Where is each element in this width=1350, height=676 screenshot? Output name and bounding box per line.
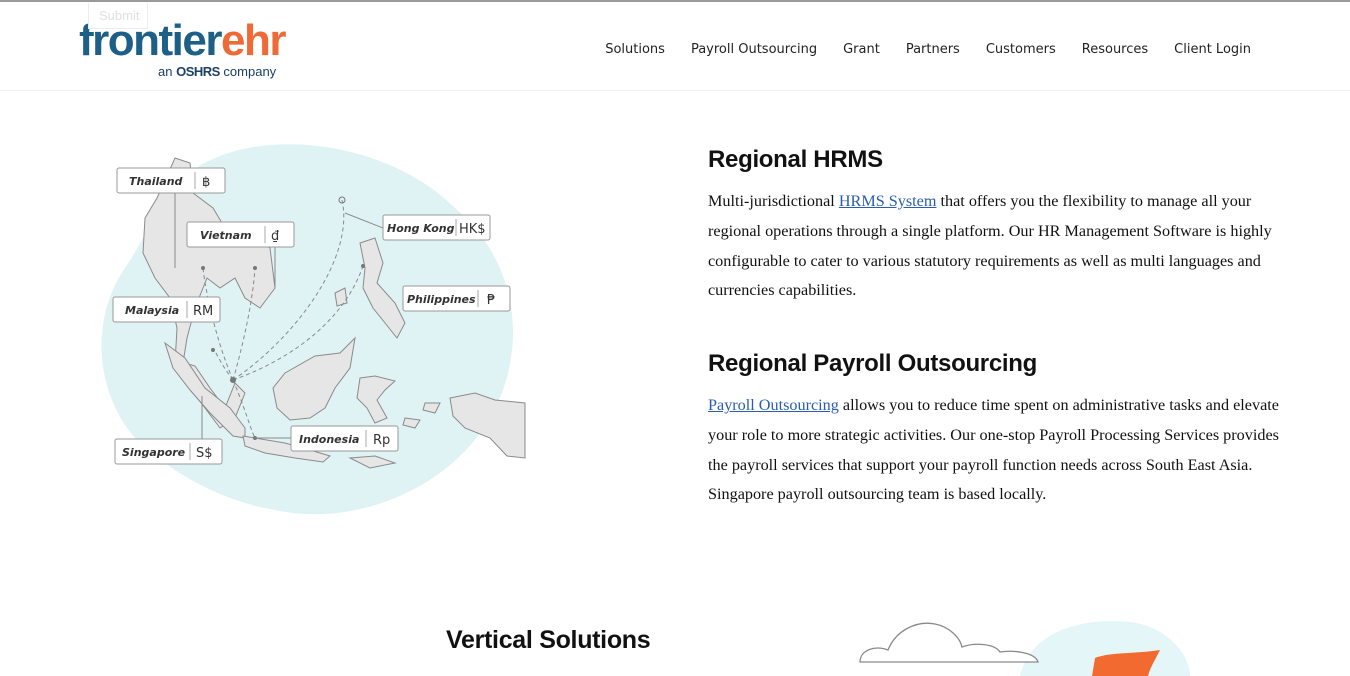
tag-malaysia-currency: RM: [193, 304, 213, 319]
section-title-hrms: Regional HRMS: [708, 146, 883, 173]
dot-thailand: [201, 266, 205, 270]
section-regional-payroll: Regional Payroll Outsourcing Payroll Out…: [708, 350, 1288, 510]
tag-malaysia: Malaysia RM: [112, 296, 221, 323]
tagline-brand: OSHRS: [176, 64, 220, 79]
vertical-solutions-title: Vertical Solutions: [446, 626, 651, 654]
tag-vietnam: Vietnam ₫: [186, 221, 295, 248]
sea-map-svg: Thailand ฿ Vietnam ₫ Hong Kong HK$ Malay…: [101, 144, 526, 515]
payroll-outsourcing-link[interactable]: Payroll Outsourcing: [708, 396, 839, 414]
tagline-suffix: company: [219, 64, 277, 79]
site-header: frontierehr an OSHRS company Solutions P…: [0, 2, 1350, 91]
tag-philippines-name: Philippines: [407, 293, 476, 306]
section-title-payroll: Regional Payroll Outsourcing: [708, 350, 1037, 377]
hrms-text-intro: Multi-jurisdictional: [708, 192, 839, 210]
hub-singapore: [230, 377, 236, 383]
section-regional-hrms: Regional HRMS Multi-jurisdictional HRMS …: [708, 146, 1288, 306]
tag-malaysia-name: Malaysia: [125, 304, 179, 317]
tag-singapore: Singapore S$: [114, 438, 223, 465]
frontierehr-logo[interactable]: frontierehr an OSHRS company: [79, 16, 294, 84]
tag-vietnam-name: Vietnam: [200, 229, 252, 242]
main-nav: Solutions Payroll Outsourcing Grant Part…: [592, 40, 1264, 60]
nav-solutions[interactable]: Solutions: [592, 40, 678, 60]
nav-partners[interactable]: Partners: [893, 40, 973, 60]
hrms-system-link[interactable]: HRMS System: [839, 192, 937, 210]
nav-customers[interactable]: Customers: [973, 40, 1069, 60]
tag-indonesia-name: Indonesia: [299, 433, 359, 446]
tag-philippines-currency: ₱: [487, 293, 495, 308]
tag-singapore-name: Singapore: [122, 446, 186, 459]
dot-vietnam: [253, 266, 257, 270]
tag-hongkong: Hong Kong HK$: [382, 214, 491, 241]
tag-vietnam-currency: ₫: [271, 229, 280, 244]
tag-indonesia: Indonesia Rp: [290, 425, 399, 452]
tag-thailand-name: Thailand: [129, 175, 183, 188]
tag-hongkong-currency: HK$: [459, 222, 486, 237]
tag-thailand: Thailand ฿: [116, 167, 226, 194]
decorative-illustration: [850, 612, 1200, 676]
tag-thailand-currency: ฿: [202, 175, 210, 190]
nav-resources[interactable]: Resources: [1069, 40, 1161, 60]
cloud-icon: [859, 622, 1039, 663]
section-body-payroll: Payroll Outsourcing allows you to reduce…: [708, 391, 1288, 510]
logo-tagline: an OSHRS company: [158, 64, 276, 79]
tagline-prefix: an: [158, 64, 177, 79]
section-body-hrms: Multi-jurisdictional HRMS System that of…: [708, 187, 1288, 306]
dot-philippines: [361, 264, 365, 268]
sea-map-illustration: Thailand ฿ Vietnam ₫ Hong Kong HK$ Malay…: [95, 138, 535, 518]
nav-payroll-outsourcing[interactable]: Payroll Outsourcing: [678, 40, 830, 60]
tag-indonesia-currency: Rp: [373, 433, 390, 448]
submit-button[interactable]: Submit: [88, 3, 148, 29]
tag-singapore-currency: S$: [196, 446, 213, 461]
nav-grant[interactable]: Grant: [830, 40, 893, 60]
tag-philippines: Philippines ₱: [402, 285, 511, 312]
tag-hongkong-name: Hong Kong: [387, 222, 455, 235]
cloud-sun-illustration: [859, 621, 1190, 676]
logo-word-ehr: ehr: [221, 16, 286, 65]
dot-malaysia: [211, 348, 215, 352]
nav-client-login[interactable]: Client Login: [1161, 40, 1264, 60]
